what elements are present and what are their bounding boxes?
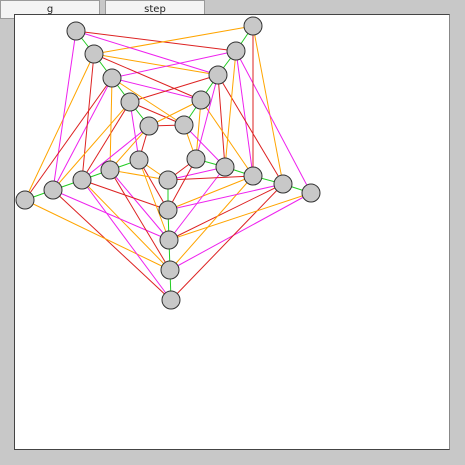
graph-node[interactable] [139,116,159,136]
graph-node[interactable] [158,170,178,190]
graph-edge [52,30,77,191]
graph-edge [24,199,171,271]
graph-node[interactable] [84,44,104,64]
graph-edge [168,192,312,241]
graph-node[interactable] [161,290,181,310]
edges-layer [24,25,312,301]
graph-node[interactable] [159,230,179,250]
graph-node[interactable] [160,260,180,280]
graph-node[interactable] [100,160,120,180]
graph-edge [235,50,254,177]
graph-node[interactable] [66,21,86,41]
graph-node[interactable] [191,90,211,110]
graph-node[interactable] [174,115,194,135]
graph-node[interactable] [186,149,206,169]
graph-node[interactable] [129,150,149,170]
graph-edge [52,189,170,241]
graph-node[interactable] [273,174,293,194]
graph-node[interactable] [301,183,321,203]
graph-node[interactable] [208,65,228,85]
graph-edge [24,77,113,201]
graph-node[interactable] [102,68,122,88]
graph-edge [252,25,284,185]
graph-edge [167,183,284,211]
graph-drawing [15,16,321,310]
graph-node[interactable] [120,92,140,112]
graph-node[interactable] [158,200,178,220]
graph-edge [170,183,284,301]
graph-edge [168,183,284,241]
graph-edge [81,179,169,211]
nodes-layer [15,16,321,310]
graph-node[interactable] [15,190,35,210]
graph-edge [217,74,226,168]
graph-node[interactable] [243,16,263,36]
graph-node[interactable] [215,157,235,177]
graph-node[interactable] [243,166,263,186]
graph-node[interactable] [72,170,92,190]
graph-node[interactable] [43,180,63,200]
graph-node[interactable] [226,41,246,61]
graph-edge [52,189,172,301]
